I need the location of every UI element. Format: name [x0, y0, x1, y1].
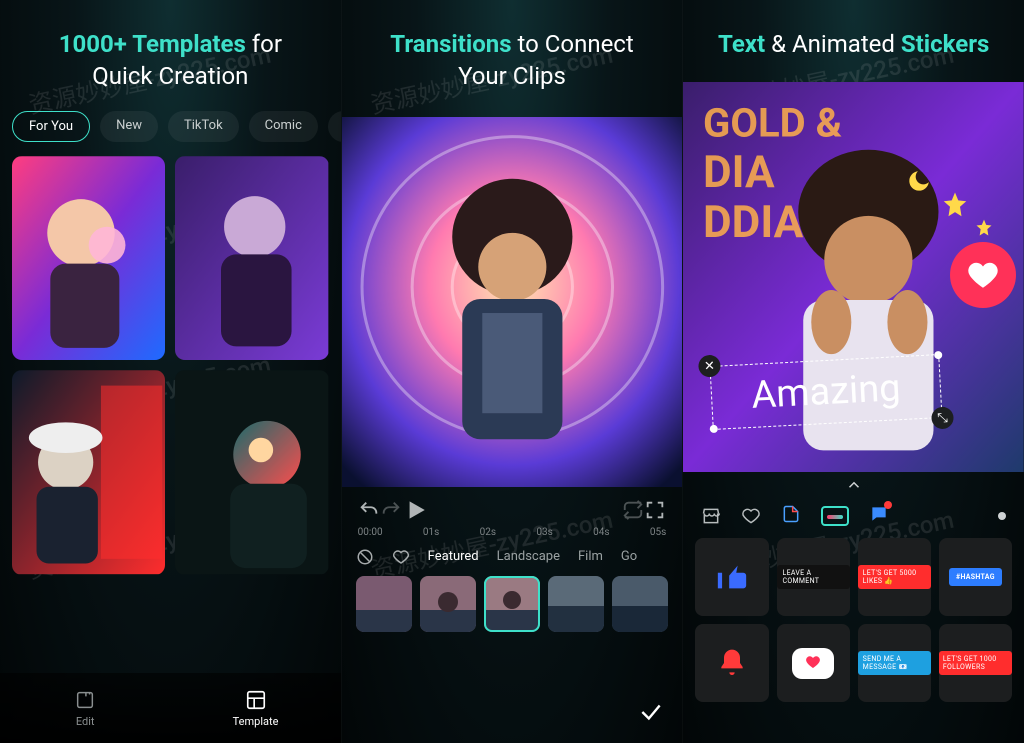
headline-accent: 1000+ Templates [59, 30, 246, 58]
template-thumb[interactable] [175, 156, 328, 360]
transitions-panel: 资源妙妙屋-zy225.com资源妙妙屋-zy225.com资源妙妙屋-zy22… [341, 0, 683, 743]
redo-icon[interactable] [380, 499, 402, 521]
bottom-nav: Edit Template [0, 673, 341, 743]
chevron-up-icon [845, 476, 863, 494]
stickers-panel: 资源妙妙屋-zy225.com资源妙妙屋-zy225.com资源妙妙屋-zy22… [682, 0, 1024, 743]
templates-grid [0, 142, 341, 575]
more-icon[interactable] [998, 512, 1006, 520]
heart-icon [804, 654, 822, 670]
delete-handle[interactable]: ✕ [698, 355, 721, 378]
label-tab-active[interactable] [821, 506, 849, 526]
templates-panel: 资源妙妙屋-zy225.com资源妙妙屋-zy225.com资源妙妙屋-zy22… [0, 0, 341, 743]
cat-landscape[interactable]: Landscape [497, 549, 560, 564]
player-controls [342, 487, 683, 525]
sticker-send-message[interactable]: SEND ME A MESSAGE 📧 [858, 624, 931, 702]
transition-thumb-selected[interactable] [484, 576, 540, 632]
sticker-preview: GOLD & DIA DDIA Amazing [683, 82, 1024, 472]
stickers-headline: Text & Animated Stickers [683, 0, 1024, 78]
sticker-get-likes[interactable]: LET'S GET 5000 LIKES 👍 [858, 538, 931, 616]
sticker-bell[interactable] [695, 624, 768, 702]
heart-icon [966, 258, 1000, 292]
chip-popular[interactable]: Popular [328, 111, 341, 142]
cat-featured[interactable]: Featured [428, 549, 479, 564]
sticker-grid: LEAVE A COMMENT LET'S GET 5000 LIKES 👍 #… [683, 538, 1024, 702]
transition-thumb[interactable] [548, 576, 604, 632]
file-icon [781, 504, 801, 524]
transition-thumbs [342, 576, 683, 632]
store-icon[interactable] [701, 506, 721, 526]
template-thumb[interactable] [12, 156, 165, 360]
chip-new[interactable]: New [100, 111, 158, 142]
confirm-button[interactable] [638, 699, 664, 729]
sticker-leave-comment[interactable]: LEAVE A COMMENT [777, 538, 850, 616]
template-thumb[interactable] [12, 370, 165, 574]
headline-accent: Text [718, 30, 765, 58]
template-thumb[interactable] [175, 370, 328, 574]
chip-for-you[interactable]: For You [12, 111, 90, 142]
thumbs-up-icon [715, 560, 749, 594]
transition-preview [342, 117, 683, 487]
nav-template-label: Template [233, 715, 279, 728]
heart-sticker[interactable] [950, 242, 1016, 308]
svg-text:DDIA: DDIA [703, 196, 804, 248]
edit-icon [74, 689, 96, 711]
svg-text:GOLD &: GOLD & [703, 100, 842, 147]
nav-template[interactable]: Template [170, 673, 340, 743]
category-chips: For You New TikTok Comic Popular [0, 111, 341, 142]
moon-sticker-icon [906, 168, 932, 194]
handwritten-text: Amazing [751, 367, 902, 419]
star-sticker-icon [974, 218, 994, 238]
none-icon[interactable] [356, 548, 374, 566]
loop-icon[interactable] [622, 499, 644, 521]
sticker-hashtag[interactable]: #HASHTAG [939, 538, 1012, 616]
fullscreen-icon[interactable] [644, 499, 666, 521]
sticker-toolbar [683, 498, 1024, 538]
sticker-thumbs-up[interactable] [695, 538, 768, 616]
headline-accent: Stickers [901, 30, 989, 58]
transitions-headline: Transitions to Connect Your Clips [342, 0, 683, 111]
chip-tiktok[interactable]: TikTok [168, 111, 239, 142]
template-icon [245, 689, 267, 711]
favorite-icon[interactable] [392, 548, 410, 566]
bell-icon [716, 647, 748, 679]
sticker-heart-bubble[interactable] [777, 624, 850, 702]
expand-panel[interactable] [683, 472, 1024, 498]
headline-accent: Transitions [390, 30, 511, 58]
timeline-ruler: 00:00 01s 02s 03s 04s 05s [342, 525, 683, 544]
notification-dot [884, 501, 892, 509]
reaction-tab[interactable] [869, 504, 889, 528]
transition-thumb[interactable] [612, 576, 668, 632]
svg-text:DIA: DIA [703, 146, 775, 198]
transition-thumb[interactable] [356, 576, 412, 632]
transition-thumb[interactable] [420, 576, 476, 632]
nav-edit[interactable]: Edit [0, 673, 170, 743]
star-sticker-icon [940, 190, 970, 220]
chip-comic[interactable]: Comic [249, 111, 318, 142]
sticker-get-followers[interactable]: LET'S GET 1000 FOLLOWERS [939, 624, 1012, 702]
undo-icon[interactable] [358, 499, 380, 521]
nav-edit-label: Edit [76, 715, 95, 728]
file-tab[interactable] [781, 504, 801, 528]
heart-outline-icon[interactable] [741, 506, 761, 526]
text-edit-box[interactable]: Amazing ✕ ⤡ [710, 354, 943, 430]
cat-film[interactable]: Film [578, 549, 603, 564]
templates-headline: 1000+ Templates for Quick Creation [0, 0, 341, 111]
transition-categories: Featured Landscape Film Go [342, 544, 683, 576]
check-icon [638, 699, 664, 725]
cat-more[interactable]: Go [621, 549, 637, 564]
play-icon[interactable] [402, 497, 428, 523]
